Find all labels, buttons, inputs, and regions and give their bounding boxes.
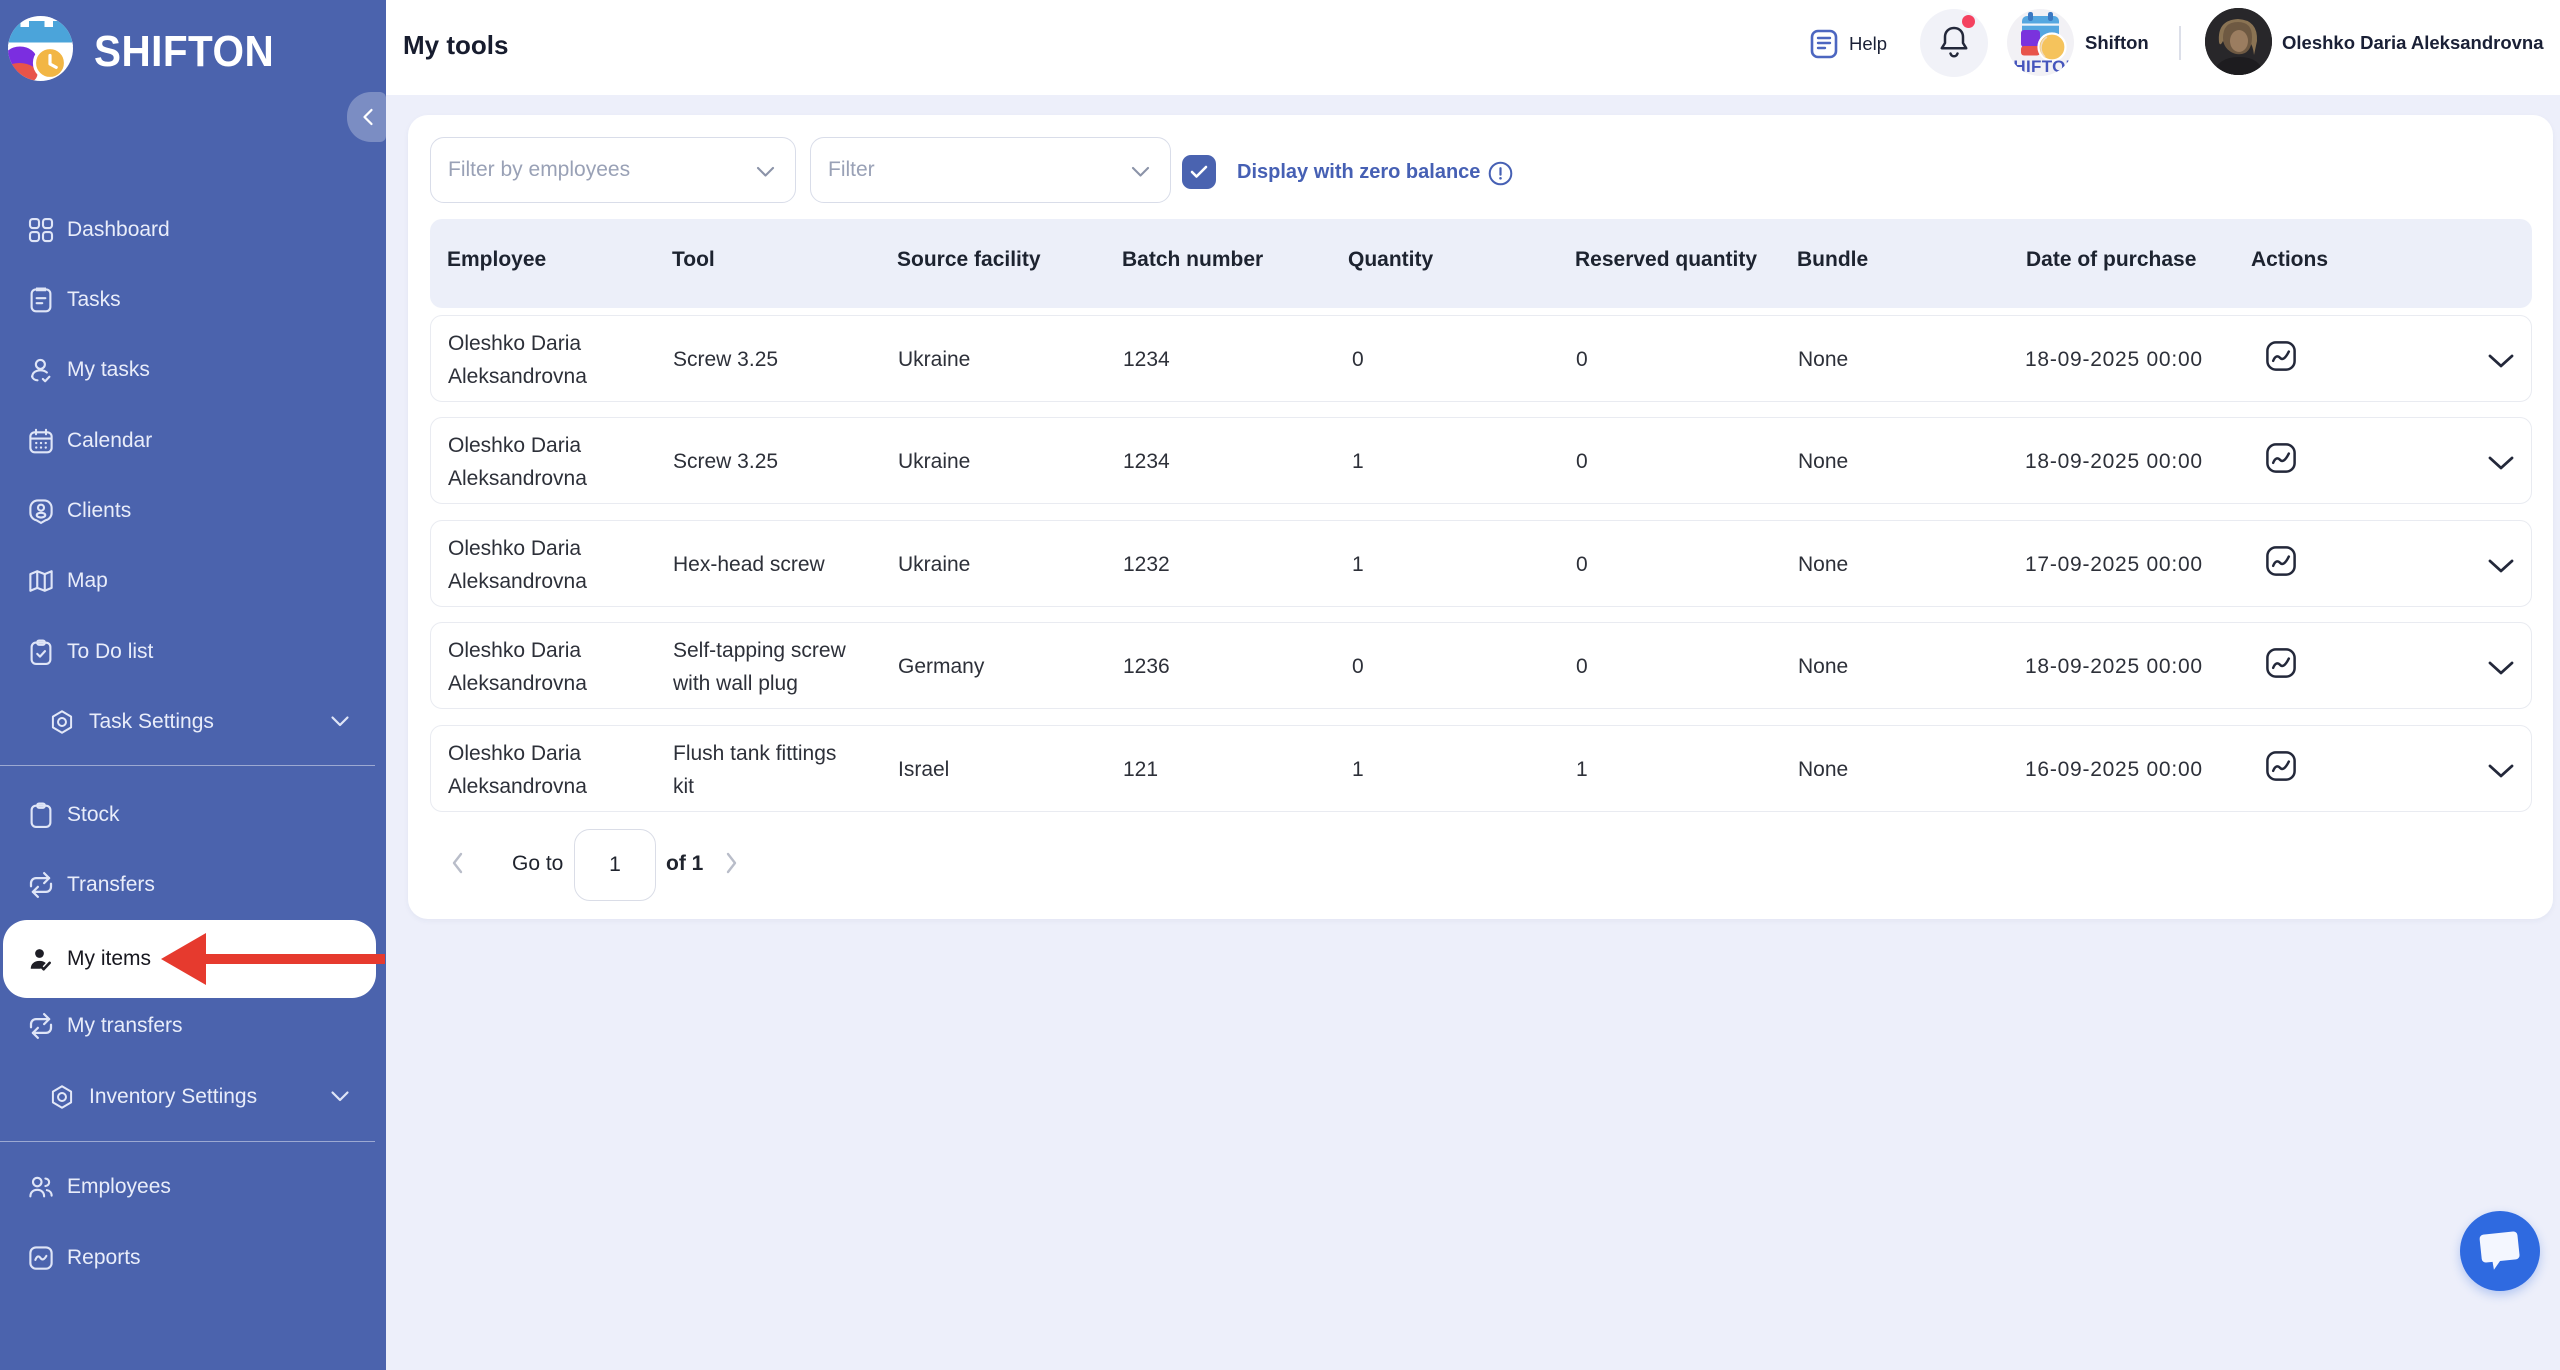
svg-text:SHIFTON: SHIFTON: [2007, 57, 2074, 76]
